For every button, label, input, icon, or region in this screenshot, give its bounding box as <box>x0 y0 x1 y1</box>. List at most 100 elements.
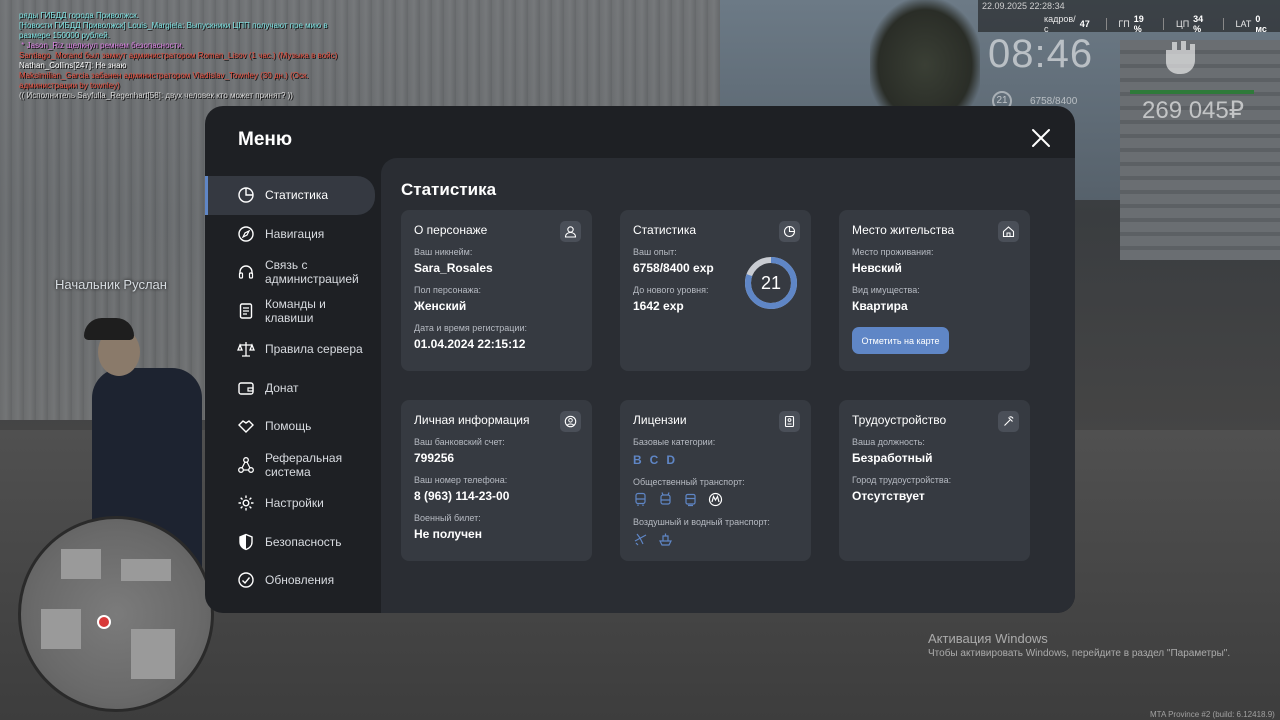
employment-card: Трудоустройство Ваша должность: Безработ… <box>839 400 1030 561</box>
sidebar-item-label: Настройки <box>265 496 324 511</box>
card-title: Трудоустройство <box>852 413 947 427</box>
plane-icon <box>634 533 647 546</box>
fps-value: 47 <box>1079 19 1090 29</box>
minimap[interactable] <box>18 516 214 712</box>
license-category: D <box>666 453 676 467</box>
public-transport-icons <box>633 492 798 507</box>
level-value: 21 <box>760 273 782 293</box>
air-water-transport-label: Воздушный и водный транспорт: <box>633 517 770 527</box>
chart-pie-icon <box>238 187 254 203</box>
job-city-label: Город трудоустройства: <box>852 475 952 485</box>
home-icon <box>998 221 1019 242</box>
build-info: MTA Province #2 (build: 6.12418.9) <box>1150 710 1275 719</box>
chat-line: Maksimilian_Garcia забанен администратор… <box>19 71 311 90</box>
user-icon <box>560 221 581 242</box>
chat-line: (( Исполнитель Sayfulla_Regenhart[58]: д… <box>19 91 293 100</box>
sidebar-item[interactable]: Связь с администрацией <box>205 253 381 292</box>
sidebar-item[interactable]: Команды и клавиши <box>205 292 381 331</box>
nickname-label: Ваш никнейм: <box>414 247 473 257</box>
hud-clock: 08:46 <box>988 32 1094 76</box>
sidebar-item[interactable]: Реферальная система <box>205 446 381 485</box>
sidebar-item[interactable]: Правила сервера <box>205 330 381 369</box>
headset-icon <box>238 265 254 279</box>
chat-line: * Jason_Riz щелкнул ремнем безопасности. <box>19 41 184 50</box>
menu-sidebar: Статистика Навигация Связь с администрацие… <box>205 176 381 600</box>
sidebar-item-label: Правила сервера <box>265 342 363 357</box>
content-panel: Статистика О персонаже Ваш никнейм: Sara… <box>381 158 1075 613</box>
residence-label: Место проживания: <box>852 247 934 257</box>
gear-icon <box>238 495 254 511</box>
sidebar-item[interactable]: Статистика <box>205 176 375 215</box>
cpu-value: 34 % <box>1193 14 1204 34</box>
sidebar-item[interactable]: Настройки <box>205 484 381 523</box>
lat-value: 0 мс <box>1255 14 1267 34</box>
bus-icon <box>635 492 646 506</box>
minimap-block <box>121 559 171 581</box>
sidebar-item-label: Статистика <box>265 188 329 203</box>
bank-label: Ваш банковский счет: <box>414 437 505 447</box>
military-value: Не получен <box>414 527 482 541</box>
job-city-value: Отсутствует <box>852 489 925 503</box>
windows-activation-title: Активация Windows <box>928 631 1048 646</box>
position-value: Безработный <box>852 451 933 465</box>
property-value: Квартира <box>852 299 908 313</box>
phone-value: 8 (963) 114-23-00 <box>414 489 510 503</box>
fist-icon <box>1166 41 1195 74</box>
sidebar-item[interactable]: Помощь <box>205 407 381 446</box>
stats-card: Статистика Ваш опыт: 6758/8400 exp До но… <box>620 210 811 371</box>
compass-icon <box>238 226 254 242</box>
minimap-block <box>41 609 81 649</box>
wallet-icon <box>238 382 254 395</box>
npc-nametag: Начальник Руслан <box>55 277 167 292</box>
hud-date: 22.09.2025 22:28:34 <box>982 1 1065 11</box>
trolleybus-icon <box>660 492 671 505</box>
divider <box>1163 18 1165 30</box>
menu-window: Меню Статистика Навигация Связь с админист… <box>205 106 1075 613</box>
divider <box>1222 18 1224 30</box>
registration-label: Дата и время регистрации: <box>414 323 527 333</box>
sidebar-item[interactable]: Донат <box>205 369 381 408</box>
ship-icon <box>659 533 672 546</box>
sidebar-item-label: Помощь <box>265 419 312 434</box>
chat-line: Nathan_Collins[247]: Не знаю <box>19 61 127 70</box>
windows-activation-subtitle: Чтобы активировать Windows, перейдите в … <box>928 648 1231 659</box>
position-label: Ваша должность: <box>852 437 925 447</box>
sidebar-item[interactable]: Навигация <box>205 215 381 254</box>
refresh-icon <box>238 572 254 588</box>
chat-line: ряды ГИБДД города Приволжск. <box>19 11 139 20</box>
network-icon <box>238 456 254 473</box>
sidebar-item-label: Донат <box>265 380 299 395</box>
user-circle-icon <box>560 411 581 432</box>
gender-label: Пол персонажа: <box>414 285 482 295</box>
military-label: Военный билет: <box>414 513 481 523</box>
chat-log: ряды ГИБДД города Приволжск. [Новости ГИБ… <box>19 11 349 101</box>
player-marker-icon <box>97 615 111 629</box>
character-card: О персонаже Ваш никнейм: Sara_Rosales По… <box>401 210 592 371</box>
background-building <box>1120 40 1280 260</box>
hud-money: 269 045₽ <box>1142 97 1245 124</box>
handshake-icon <box>238 420 254 434</box>
license-categories: B C D <box>633 453 798 467</box>
sidebar-item[interactable]: Обновления <box>205 561 381 600</box>
sidebar-item-label: Обновления <box>265 573 335 588</box>
shield-icon <box>239 533 253 550</box>
registration-value: 01.04.2024 22:15:12 <box>414 337 526 351</box>
residence-card: Место жительства Место проживания: Невск… <box>839 210 1030 371</box>
personal-info-card: Личная информация Ваш банковский счет: 7… <box>401 400 592 561</box>
close-icon[interactable] <box>1031 128 1051 148</box>
chat-line: Santiago_Morand был замкут администратор… <box>19 51 338 60</box>
mark-on-map-button[interactable]: Отметить на карте <box>852 327 949 354</box>
id-card-icon <box>779 411 800 432</box>
scales-icon <box>237 342 255 357</box>
metro-icon <box>708 492 723 507</box>
card-title: Место жительства <box>852 223 955 237</box>
npc-hat <box>84 318 134 340</box>
card-title: Лицензии <box>633 413 687 427</box>
licenses-card: Лицензии Базовые категории: B C D Общест… <box>620 400 811 561</box>
card-title: Личная информация <box>414 413 530 427</box>
gpu-label: ГП <box>1118 19 1130 29</box>
air-water-transport-icons <box>633 532 798 547</box>
nickname-value: Sara_Rosales <box>414 261 493 275</box>
sidebar-item[interactable]: Безопасность <box>205 523 381 562</box>
license-category: C <box>649 453 659 467</box>
